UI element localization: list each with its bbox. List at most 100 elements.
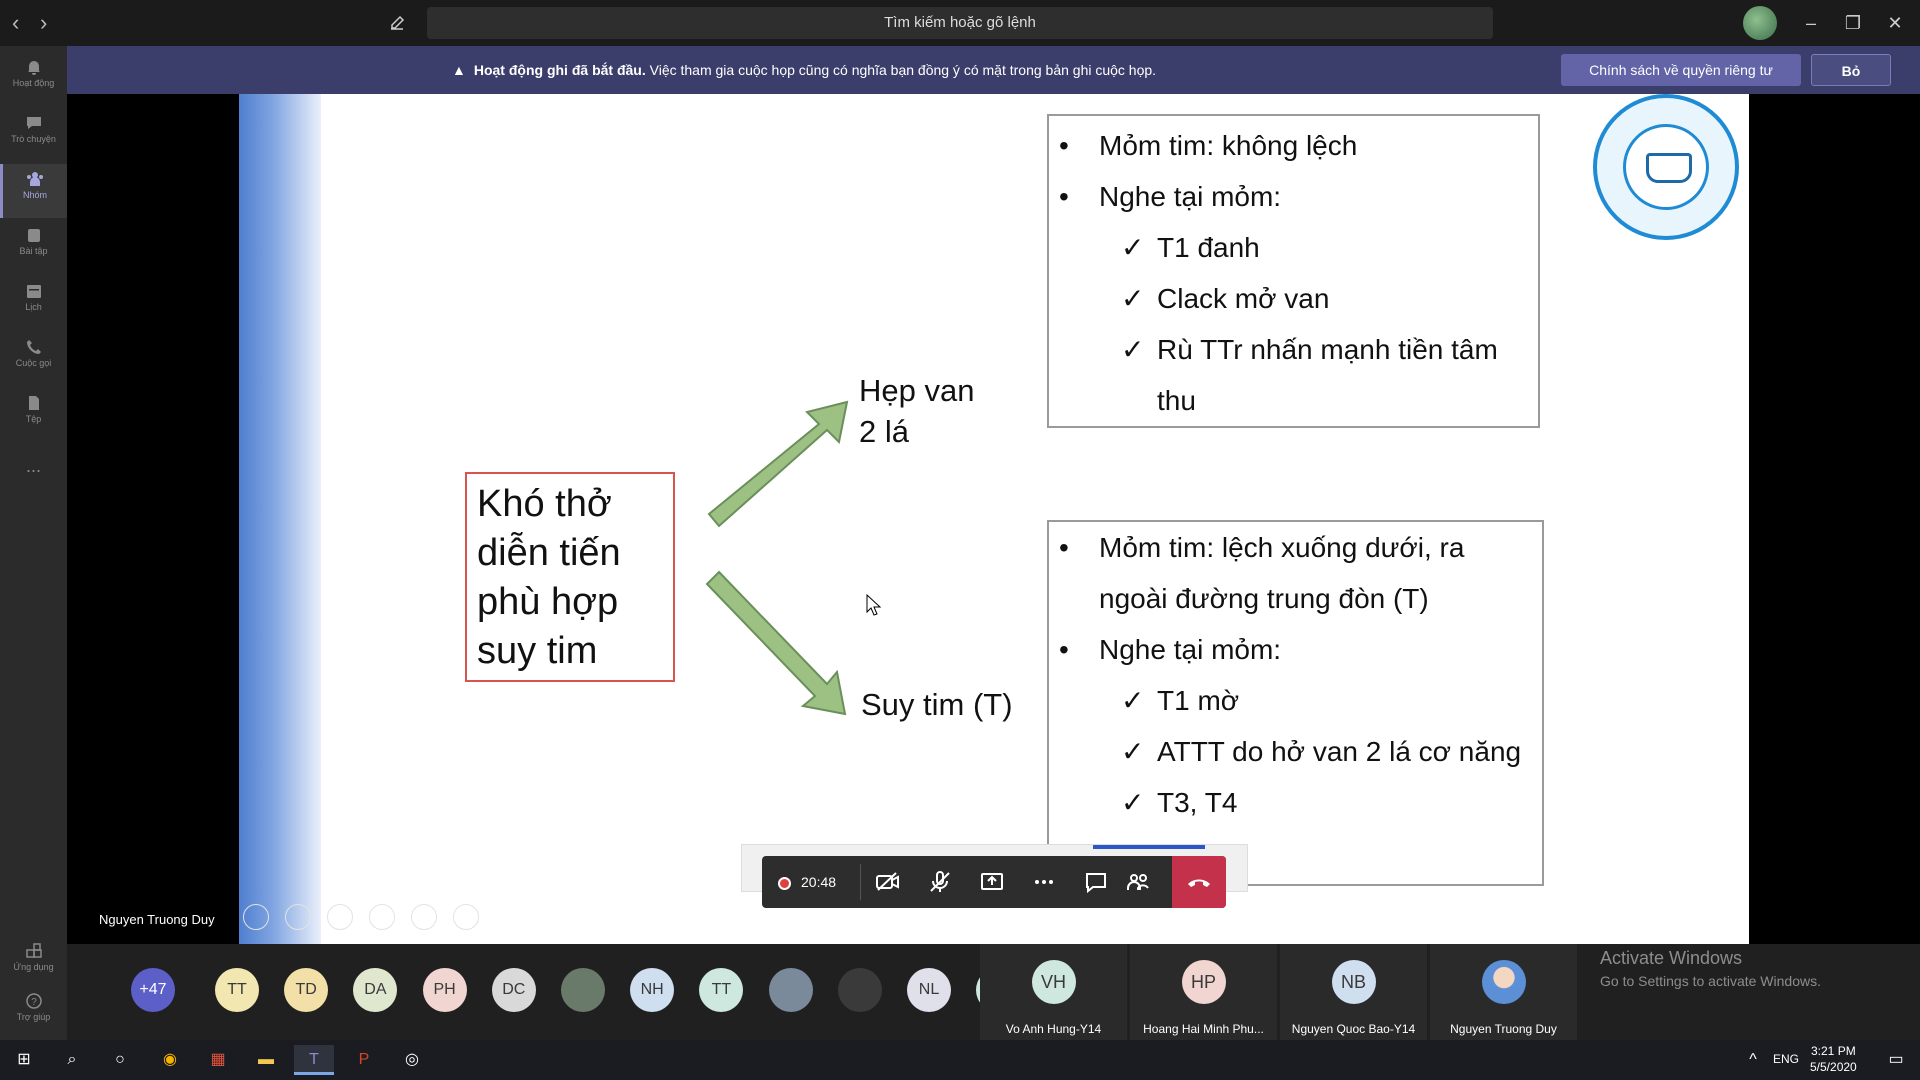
cortana-icon[interactable]: ○: [100, 1045, 140, 1075]
privacy-policy-button[interactable]: Chính sách về quyền riêng tư: [1561, 54, 1801, 86]
clock-time: 3:21 PM: [1811, 1044, 1856, 1058]
participant-avatar[interactable]: DA: [353, 968, 398, 1012]
participant-tile-self[interactable]: Nguyen Truong Duy: [1430, 944, 1577, 1040]
more-slide-options-button[interactable]: [453, 904, 479, 930]
banner-message: ▲ Hoạt động ghi đã bắt đầu. Việc tham gia…: [452, 46, 1156, 94]
restore-icon[interactable]: ❐: [1838, 8, 1868, 38]
mic-off-icon[interactable]: [926, 868, 954, 896]
rail-help[interactable]: ? Trợ giúp: [0, 986, 67, 1040]
university-logo: [1593, 94, 1739, 240]
rail-label: Ứng dụng: [13, 962, 54, 972]
shared-slide: Mỏm tim: không lệch Nghe tại mỏm: T1 đan…: [239, 94, 1749, 944]
svg-text:?: ?: [31, 997, 37, 1008]
camera-off-icon[interactable]: [874, 868, 902, 896]
share-screen-icon[interactable]: [978, 868, 1006, 896]
chat-icon[interactable]: [1082, 868, 1110, 896]
watermark-title: Activate Windows: [1600, 948, 1743, 968]
label-heart-failure: Suy tim (T): [861, 687, 1013, 722]
minimize-icon[interactable]: –: [1796, 8, 1826, 38]
participant-avatar[interactable]: [561, 968, 605, 1012]
dismiss-button[interactable]: Bỏ: [1811, 54, 1891, 86]
rail-files[interactable]: Tệp: [0, 388, 67, 442]
windows-taskbar: ⊞ ⌕ ○ ◉ ▦ ▬ T P ◎ ^ ENG 3:21 PM 5/5/2020…: [0, 1040, 1920, 1080]
rail-apps[interactable]: Ứng dụng: [0, 936, 67, 990]
participant-avatar[interactable]: NH: [630, 968, 675, 1012]
hang-up-button[interactable]: [1172, 856, 1226, 908]
label-mitral-stenosis: Hẹp van 2 lá: [859, 373, 975, 449]
participant-avatar[interactable]: [768, 968, 813, 1012]
participant-name: Nguyen Quoc Bao-Y14: [1291, 1022, 1416, 1036]
teams-taskbar-icon[interactable]: T: [294, 1045, 334, 1075]
list-item: ngoài đường trung đòn (T): [1099, 583, 1429, 614]
findings-box-mitral-stenosis: Mỏm tim: không lệch Nghe tại mỏm: T1 đan…: [1047, 114, 1540, 428]
back-icon[interactable]: ‹: [12, 10, 19, 36]
more-actions-icon[interactable]: [1030, 868, 1058, 896]
tray-chevron-icon[interactable]: ^: [1738, 1045, 1768, 1075]
participant-avatar[interactable]: TD: [284, 968, 329, 1012]
teams-icon: [27, 172, 43, 186]
help-icon: ?: [25, 993, 42, 1009]
windows-start-icon[interactable]: ⊞: [4, 1045, 44, 1075]
list-item: Nghe tại mỏm:: [1053, 624, 1521, 675]
slides-grid-button[interactable]: [369, 904, 395, 930]
rail-assignments[interactable]: Bài tập: [0, 220, 67, 274]
input-language[interactable]: ENG: [1773, 1052, 1799, 1066]
clock-date: 5/5/2020: [1810, 1060, 1857, 1074]
timer-text: 20:48: [801, 874, 837, 890]
prev-slide-button[interactable]: [243, 904, 269, 930]
rail-label: Trợ giúp: [16, 1012, 51, 1022]
findings-box-heart-failure: Mỏm tim: lệch xuống dưới, ra ngoài đường…: [1047, 520, 1544, 886]
powerpoint-icon[interactable]: P: [344, 1045, 384, 1075]
rail-chat[interactable]: Trò chuyện: [0, 108, 67, 162]
presenter-name: Nguyen Truong Duy: [99, 912, 215, 927]
participant-tile[interactable]: VH Vo Anh Hung-Y14: [980, 944, 1127, 1040]
participant-tile[interactable]: HP Hoang Hai Minh Phu...: [1130, 944, 1277, 1040]
rail-label: Trò chuyện: [11, 134, 56, 144]
rail-activity[interactable]: Hoạt động: [0, 52, 67, 106]
participant-avatar[interactable]: DC: [491, 968, 536, 1012]
overflow-participants-button[interactable]: +47: [131, 968, 175, 1012]
recording-banner: ▲ Hoạt động ghi đã bắt đầu. Việc tham gia…: [67, 46, 1920, 94]
banner-bold-text: Hoạt động ghi đã bắt đầu.: [473, 62, 646, 78]
avatar: VH: [1031, 960, 1076, 1004]
file-icon: [28, 396, 39, 410]
app-icon[interactable]: ◎: [392, 1045, 432, 1075]
participant-avatar[interactable]: [837, 968, 882, 1012]
zoom-button[interactable]: [411, 904, 437, 930]
rail-calls[interactable]: Cuộc gọi: [0, 332, 67, 386]
my-avatar[interactable]: [1743, 6, 1777, 40]
forward-icon[interactable]: ›: [40, 10, 47, 36]
participant-avatar[interactable]: TT: [699, 968, 744, 1012]
file-explorer-icon[interactable]: ▬: [246, 1045, 286, 1075]
list-item: Mỏm tim: lệch xuống dưới, ra: [1053, 522, 1521, 573]
participant-name: Hoang Hai Minh Phu...: [1143, 1022, 1264, 1036]
rail-calendar[interactable]: Lịch: [0, 276, 67, 330]
rail-label: Bài tập: [19, 246, 48, 256]
search-icon[interactable]: ⌕: [52, 1045, 92, 1075]
participant-name: Nguyen Truong Duy: [1450, 1022, 1557, 1036]
rail-label: Tệp: [25, 414, 42, 424]
rail-teams[interactable]: Nhóm: [0, 164, 67, 218]
list-item: T1 đanh: [1053, 222, 1498, 273]
participant-avatar[interactable]: PH: [422, 968, 467, 1012]
participant-avatar[interactable]: NL: [907, 968, 951, 1012]
clock[interactable]: 3:21 PM 5/5/2020: [1810, 1043, 1857, 1075]
compose-icon[interactable]: [388, 12, 408, 32]
participant-tile[interactable]: NB Nguyen Quoc Bao-Y14: [1280, 944, 1427, 1040]
app-grid-icon[interactable]: ▦: [198, 1045, 238, 1075]
rail-label: Hoạt động: [12, 78, 55, 88]
main-symptom-box: Khó thở diễn tiến phù hợp suy tim: [465, 472, 675, 682]
rail-more-icon[interactable]: ...: [0, 446, 67, 500]
notifications-icon[interactable]: ▭: [1876, 1045, 1916, 1075]
search-input[interactable]: Tìm kiếm hoặc gõ lệnh: [427, 7, 1493, 39]
next-slide-button[interactable]: [285, 904, 311, 930]
rail-label: Lịch: [25, 302, 42, 312]
participant-avatar[interactable]: TT: [215, 968, 259, 1012]
chrome-icon[interactable]: ◉: [150, 1045, 190, 1075]
pen-tool-button[interactable]: [327, 904, 353, 930]
avatar: NB: [1331, 960, 1376, 1004]
arrow-down-right-icon: [705, 570, 847, 716]
participants-icon[interactable]: [1124, 868, 1152, 896]
close-icon[interactable]: ✕: [1880, 8, 1910, 38]
activate-windows-watermark: Activate Windows Go to Settings to activ…: [1600, 948, 1821, 989]
